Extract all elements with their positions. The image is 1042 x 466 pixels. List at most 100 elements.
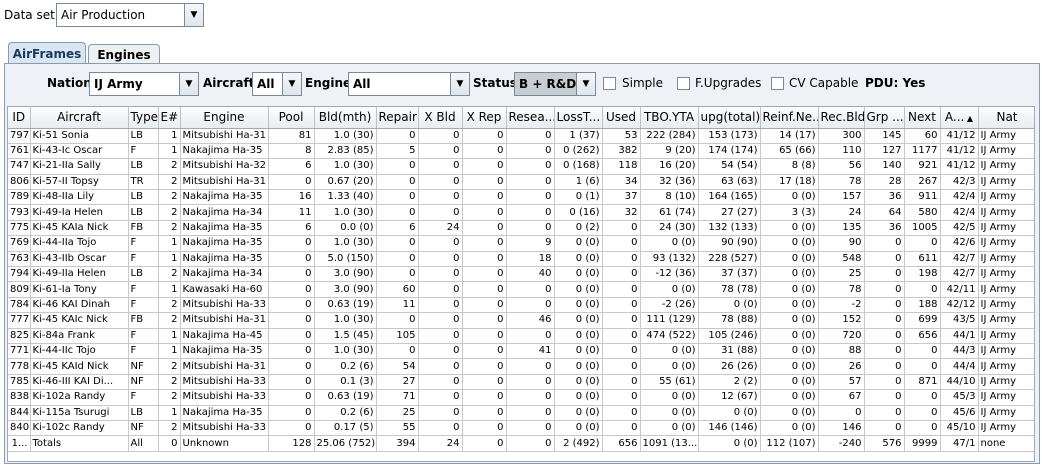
table-cell: 0 — [418, 312, 463, 329]
table-cell: IJ Army — [978, 297, 1034, 314]
table-cell: 45/6 — [940, 405, 979, 421]
column-header[interactable]: ID — [8, 107, 31, 129]
column-header-label: Repair — [378, 110, 417, 125]
column-header[interactable]: Used — [602, 107, 641, 129]
nation-combo[interactable]: IJ Army ▼ — [89, 72, 199, 96]
column-header-label: Reinf.Ne... — [762, 110, 818, 125]
table-row[interactable]: 789 Ki-48-IIa Lily LB 2 Nakajima Ha-35 16 1.33… — [8, 189, 1034, 206]
table-cell: 1.0 (30) — [314, 235, 377, 252]
column-header[interactable]: X Rep — [462, 107, 507, 129]
column-header[interactable]: Bld(mth) — [314, 107, 377, 129]
column-header[interactable]: Engine — [180, 107, 269, 129]
table-row[interactable]: 784 Ki-46 KAI Dinah F 2 Mitsubishi Ha-33 0 0.6… — [8, 297, 1034, 314]
table-cell: 0 — [462, 374, 507, 391]
chevron-down-icon[interactable]: ▼ — [179, 73, 198, 95]
column-header[interactable]: Resea... — [506, 107, 555, 129]
table-row[interactable]: 769 Ki-44-IIa Tojo F 1 Nakajima Ha-35 0 1.0 (3… — [8, 235, 1034, 252]
table-cell: 9999 — [904, 435, 941, 452]
chevron-down-icon[interactable]: ▼ — [576, 73, 595, 95]
table-cell: 0.63 (19) — [314, 389, 377, 406]
table-cell: 0.2 (6) — [314, 358, 377, 375]
table-cell: 157 — [818, 189, 865, 206]
column-header[interactable]: LossT... — [554, 107, 603, 129]
column-header[interactable]: Repair — [376, 107, 419, 129]
table-cell: 0 — [462, 312, 507, 329]
table-row[interactable]: 797 Ki-51 Sonia LB 1 Mitsubishi Ha-31 81 1.0 (… — [8, 128, 1034, 144]
table-cell: 81 — [268, 128, 315, 144]
aircraft-combo[interactable]: All ▼ — [252, 72, 302, 96]
column-header[interactable]: Reinf.Ne... — [760, 107, 819, 129]
column-header[interactable]: upg(total) — [698, 107, 761, 129]
table-cell: 769 — [8, 235, 31, 252]
column-header[interactable]: TBO.YTA — [640, 107, 699, 129]
table-row[interactable]: 806 Ki-57-II Topsy TR 2 Mitsubishi Ha-31 0 0.6… — [8, 174, 1034, 191]
column-header[interactable]: X Bld — [418, 107, 463, 129]
table-row[interactable]: 763 Ki-43-IIb Oscar F 1 Nakajima Ha-35 0 5.0 (… — [8, 251, 1034, 268]
table-cell: 777 — [8, 312, 31, 329]
column-header[interactable]: Next — [904, 107, 941, 129]
table-cell: 42/4 — [940, 189, 979, 206]
table-row[interactable]: 838 Ki-102a Randy F 2 Mitsubishi Ha-33 0 0.63 … — [8, 389, 1034, 406]
chevron-down-icon[interactable]: ▼ — [450, 73, 469, 95]
table-cell: 118 — [602, 158, 641, 175]
table-cell: 164 (165) — [698, 189, 761, 206]
column-header[interactable]: E# — [158, 107, 181, 129]
status-combo[interactable]: B + R&D ▼ — [514, 72, 596, 96]
table-cell: 44/4 — [940, 358, 979, 375]
table-cell: 0 — [418, 389, 463, 406]
table-cell: 0 (262) — [554, 143, 603, 160]
table-row[interactable]: 777 Ki-45 KAIc Nick FB 2 Mitsubishi Ha-31 0 1.… — [8, 312, 1034, 329]
table-row[interactable]: 825 Ki-84a Frank F 1 Nakajima Ha-45 0 1.5 (45)… — [8, 328, 1034, 344]
table-row[interactable]: 761 Ki-43-Ic Oscar F 1 Nakajima Ha-35 8 2.83 (… — [8, 143, 1034, 160]
column-header[interactable]: A... ▲ — [940, 107, 979, 129]
chevron-down-icon[interactable]: ▼ — [184, 4, 203, 26]
table-cell: 825 — [8, 328, 31, 344]
table-cell: 146 (146) — [698, 420, 761, 437]
column-header[interactable]: Rec.Bld — [818, 107, 865, 129]
dataset-combo[interactable]: Air Production ▼ — [56, 3, 204, 27]
table-row[interactable]: 809 Ki-61-Ia Tony F 1 Kawasaki Ha-60 0 3.0 (90… — [8, 281, 1034, 298]
table-cell: 1 (37) — [554, 128, 603, 144]
fupgrades-checkbox[interactable] — [677, 77, 690, 90]
table-cell: 60 — [376, 281, 419, 298]
table-row[interactable]: 793 Ki-49-Ia Helen LB 2 Nakajima Ha-34 11 1.0 … — [8, 204, 1034, 221]
table-cell: 2 — [158, 158, 181, 175]
table-row[interactable]: 771 Ki-44-IIc Tojo F 1 Nakajima Ha-35 0 1.0 (3… — [8, 343, 1034, 360]
table-row[interactable]: 778 Ki-45 KAId Nick NF 2 Mitsubishi Ha-31 0 0.… — [8, 358, 1034, 375]
simple-checkbox[interactable] — [603, 77, 616, 90]
table-row[interactable]: 747 Ki-21-IIa Sally LB 2 Mitsubishi Ha-32 6 1.… — [8, 158, 1034, 175]
tab-airframes[interactable]: AirFrames — [8, 42, 86, 65]
table-cell: Ki-102c Randy — [30, 420, 129, 437]
table-cell: 0 — [602, 281, 641, 298]
table-cell: 24 — [418, 435, 463, 452]
column-header[interactable]: Type — [128, 107, 159, 129]
table-cell: 0.67 (20) — [314, 174, 377, 191]
table-cell: Ki-45 KAIa Nick — [30, 220, 129, 237]
table-row[interactable]: 794 Ki-49-IIa Helen LB 2 Nakajima Ha-34 0 3.0 … — [8, 266, 1034, 283]
tab-engines[interactable]: Engines — [88, 44, 160, 64]
column-header[interactable]: Aircraft — [30, 107, 129, 129]
table-cell: 146 — [818, 420, 865, 437]
column-header[interactable]: Pool — [268, 107, 315, 129]
table-cell: Nakajima Ha-35 — [180, 343, 269, 360]
table-row[interactable]: 840 Ki-102c Randy NF 2 Mitsubishi Ha-33 0 0.17… — [8, 420, 1034, 437]
table-cell: 0 — [418, 251, 463, 268]
column-header[interactable]: Grp ... — [864, 107, 905, 129]
table-cell: 43/5 — [940, 312, 979, 329]
table-cell: 2 — [158, 389, 181, 406]
table-cell: 57 — [818, 374, 865, 391]
engine-combo[interactable]: All ▼ — [348, 72, 470, 96]
table-cell: 0.63 (19) — [314, 297, 377, 314]
table-cell: 0 — [462, 266, 507, 283]
table-row[interactable]: 785 Ki-46-III KAI Di... NF 2 Mitsubishi Ha-3… — [8, 374, 1034, 391]
totals-row[interactable]: 1... Totals All 0 Unknown 128 25.06 (752) 394 24… — [8, 435, 1034, 452]
table-cell: 42/5 — [940, 220, 979, 237]
column-header[interactable]: Nat — [978, 107, 1034, 129]
table-row[interactable]: 775 Ki-45 KAIa Nick FB 2 Nakajima Ha-35 6 0.0 … — [8, 220, 1034, 237]
table-cell: 54 (54) — [698, 158, 761, 175]
table-cell: NF — [128, 420, 159, 437]
table-cell: 0 — [904, 389, 941, 406]
chevron-down-icon[interactable]: ▼ — [282, 73, 301, 95]
table-row[interactable]: 844 Ki-115a Tsurugi LB 1 Nakajima Ha-35 0 0.2 … — [8, 405, 1034, 421]
cvcapable-checkbox[interactable] — [771, 77, 784, 90]
